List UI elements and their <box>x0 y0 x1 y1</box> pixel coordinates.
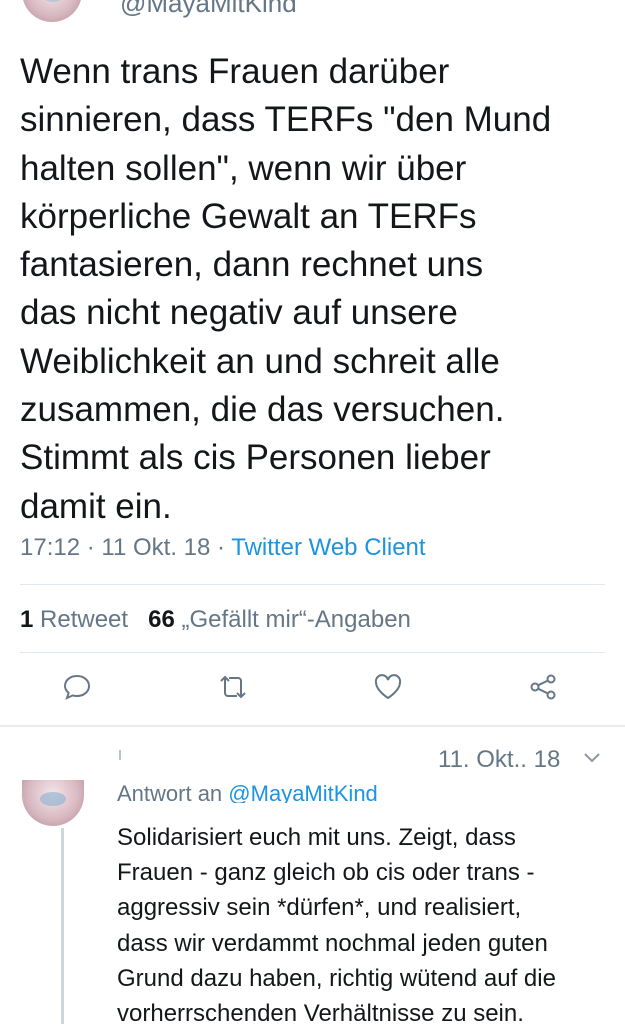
retweet-button[interactable] <box>218 672 254 708</box>
retweet-stat[interactable]: 1 Retweet <box>20 606 128 633</box>
tweet-time: 17:12 <box>20 534 81 561</box>
retweet-label: Retweet <box>40 606 129 633</box>
tweet-stats: 1 Retweet 66 „Gefällt mir“-Angaben <box>20 606 411 634</box>
meta-separator: · <box>86 534 95 561</box>
tweet-date[interactable]: 11 Okt. 18 <box>101 534 210 561</box>
retweet-count: 1 <box>20 606 34 633</box>
meta-separator: · <box>217 534 226 561</box>
likes-stat[interactable]: 66 „Gefällt mir“-Angaben <box>148 606 411 633</box>
reply-icon <box>62 674 92 706</box>
tweet-client-link[interactable]: Twitter Web Client <box>231 534 425 561</box>
likes-count: 66 <box>148 606 175 633</box>
share-icon <box>528 674 558 706</box>
reply-button[interactable] <box>62 672 98 708</box>
section-divider <box>0 725 625 727</box>
reply-mention-link[interactable]: @MayaMitKind <box>228 783 378 803</box>
share-button[interactable] <box>528 672 564 708</box>
reply-context: Antwort an @MayaMitKind <box>117 783 378 803</box>
tweet-meta: 17:12 · 11 Okt. 18 · Twitter Web Client <box>20 534 426 562</box>
reply-text: Solidarisiert euch mit uns. Zeigt, dass … <box>117 824 556 1028</box>
heart-icon <box>373 674 403 706</box>
reply-marker <box>119 750 121 760</box>
author-handle[interactable]: @MayaMitKind <box>120 0 297 19</box>
retweet-icon <box>218 675 248 706</box>
thread-line <box>61 828 64 1024</box>
chevron-down-icon[interactable] <box>582 750 602 766</box>
likes-label: „Gefällt mir“-Angaben <box>181 606 411 633</box>
divider <box>20 652 605 653</box>
author-avatar[interactable] <box>22 0 82 22</box>
reply-prefix: Antwort an <box>117 783 223 803</box>
reply-date[interactable]: 11. Okt.. 18 <box>438 746 560 774</box>
tweet-actions <box>0 672 625 708</box>
like-button[interactable] <box>373 672 409 708</box>
reply-author-avatar[interactable] <box>22 780 84 826</box>
tweet-text: Wenn trans Frauen darüber sinnieren, das… <box>20 52 552 526</box>
divider <box>20 584 605 585</box>
